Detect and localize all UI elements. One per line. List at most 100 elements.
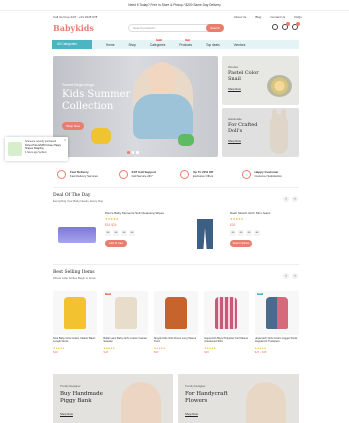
banner-kicker: Wooden [228,65,239,69]
product-card[interactable]: New Bullet Lace Baby Girl's Cotton Casua… [103,291,148,361]
user-icon[interactable] [272,24,278,30]
hero-banner: Sweet Beginnings Kids Summer Collection … [53,56,218,157]
nav-top-deals[interactable]: Top deals [206,43,220,47]
product-card[interactable]: Hopscotch Boys Polyester Full Sleeve Che… [204,291,249,361]
baby-image [246,382,286,423]
slider-dots[interactable] [127,151,139,154]
shop-now-link[interactable]: Shop Now [185,412,198,416]
search-button[interactable]: Search [206,24,224,32]
product-card[interactable]: Sina Baby Girls Cotton Classic Basic Len… [53,291,98,361]
hero-title: Kids Summer Collection [62,89,131,112]
product-price: $18 $26 [105,223,117,227]
popup-product[interactable]: Fisher-Price ENPM Unisex Happy Shapes Sh… [25,144,65,151]
discount-icon [180,169,189,179]
header: Babykids Search products... Search [0,19,349,39]
promo-banner-piggy[interactable]: Trendy Designer Buy Handmade Piggy Bank … [53,374,173,423]
side-banner-snail[interactable]: Wooden Pastel Color Snail Shop Now [222,56,299,105]
product-price: $26 [230,223,236,227]
best-subtitle: Where Little Smiles Begin to Grow [53,276,96,280]
banner-title: Pastel Color Snail [228,70,259,82]
shop-now-link[interactable]: Shop Now [228,87,241,91]
main-nav: All Categories Home Shop Categories new P… [52,38,299,49]
announcement-bar: Need It Today? Free In-Store & Pickup / … [0,0,349,11]
product-name[interactable]: Dash Stretch Girl's Slim Jeans [230,211,270,215]
best-title: Best Selling Items [53,270,95,275]
wishlist-badge [286,22,290,26]
feature-item: Fast Delivery Fast Delivery Services [53,165,115,183]
product-price: $48 [53,350,58,354]
prev-arrow-icon[interactable]: ‹ [283,196,289,202]
deal-arrows: ‹ › [283,196,298,202]
product-name[interactable]: Hopscotch Girls Cotton Jogger Pants Regu… [255,337,299,347]
baby-image [121,382,161,423]
popup-time: 4 hours ago [25,150,38,154]
jeans-image [183,215,221,253]
banner-title: Buy Handmade Piggy Bank [60,391,103,404]
all-categories-button[interactable]: All Categories [52,40,92,49]
heart-icon[interactable] [282,22,290,30]
product-image [153,291,199,335]
product-image: New [103,291,148,335]
product-card[interactable]: Simple Kids Girls Dress Long Sleeve Tuni… [153,291,199,361]
product-card[interactable]: New Hopscotch Girls Cotton Jogger Pants … [254,291,300,361]
side-banner-doll[interactable]: Handmade For Crafted Doll's Shop Now [222,108,299,157]
hero-shop-button[interactable]: Shop Now [62,122,84,130]
banner-kicker: Handmade [228,117,242,121]
prev-arrow-icon[interactable]: ‹ [283,273,289,279]
toy-image [91,128,111,144]
feature-item: 24/7 Call Support Call Service 24/7 [115,165,177,183]
nav-shop[interactable]: Shop [129,43,136,47]
search-input[interactable]: Search products... [128,24,218,32]
feature-item: Up To 20% Off Exclusive Offers [176,165,238,183]
product-name[interactable]: Hopscotch Boys Polyester Full Sleeve Che… [204,337,248,347]
product-price: $48 [103,350,109,354]
smile-icon [241,169,251,179]
cart-badge [296,22,300,26]
snail-toy-image [267,75,292,97]
product-name[interactable]: Bullet Lace Baby Girl's Cotton Casual Sw… [103,337,147,347]
bunny-doll-image [270,109,288,154]
new-tag: New [105,293,112,295]
next-arrow-icon[interactable]: › [292,196,298,202]
hero-subtitle: Sweet Beginnings [62,82,95,87]
product-name[interactable]: Sina Baby Girls Cotton Classic Basic Len… [53,337,97,347]
product-image: New [254,291,300,335]
nav-categories[interactable]: Categories new [150,38,165,47]
cart-icon[interactable] [292,22,300,30]
deal-item[interactable]: Dash Stretch Girl's Slim Jeans ★★★★★ $26… [178,207,298,260]
product-image [53,291,98,335]
next-arrow-icon[interactable]: › [292,273,298,279]
toy-image [178,134,194,146]
divider [53,264,299,265]
rating-stars: ★★★★★ [230,217,244,221]
banner-title: For Handycraft Flowers [185,391,228,404]
product-price: $26 - $35 [254,350,267,354]
nav-products[interactable]: Products hot [179,38,192,47]
product-image [204,291,249,335]
features-strip: Fast Delivery Fast Delivery Services 24/7… [53,165,299,183]
product-price: $26 [204,350,209,354]
deal-title: Deal Of The Day [53,193,91,198]
deal-subtitle: Everything Your Baby Needs, Every Day [53,199,104,203]
nav-home[interactable]: Home [106,43,115,47]
deal-item[interactable]: Pierce Baby Moments Soft Cleansing Wipes… [53,207,173,260]
banner-title: For Crafted Doll's [228,122,258,134]
deal-timer: 00 00 00 00 [230,230,260,236]
best-arrows: ‹ › [283,273,298,279]
shop-now-link[interactable]: Shop Now [228,139,241,143]
shop-now-link[interactable]: Shop Now [60,412,73,416]
promo-banner-flowers[interactable]: Trendy Designer For Handycraft Flowers S… [178,374,299,423]
select-options-button[interactable]: Select Options [230,240,252,247]
nav-vendors[interactable]: Vendors [234,43,246,47]
recent-purchase-popup: Someone recently purchased Fisher-Price … [5,137,68,161]
product-name[interactable]: Simple Kids Girls Dress Long Sleeve Tuni… [154,337,198,347]
best-selling-list: Sina Baby Girls Cotton Classic Basic Len… [53,291,300,361]
site-logo[interactable]: Babykids [53,23,94,33]
hot-badge: hot [185,38,191,41]
add-to-cart-button[interactable]: Add To Cart [105,240,127,247]
headset-icon [118,169,128,179]
rating-stars: ★★★★★ [105,217,119,221]
banner-kicker: Trendy Designer [185,384,206,388]
close-icon[interactable]: × [64,138,66,142]
product-name[interactable]: Pierce Baby Moments Soft Cleansing Wipes [105,211,164,215]
